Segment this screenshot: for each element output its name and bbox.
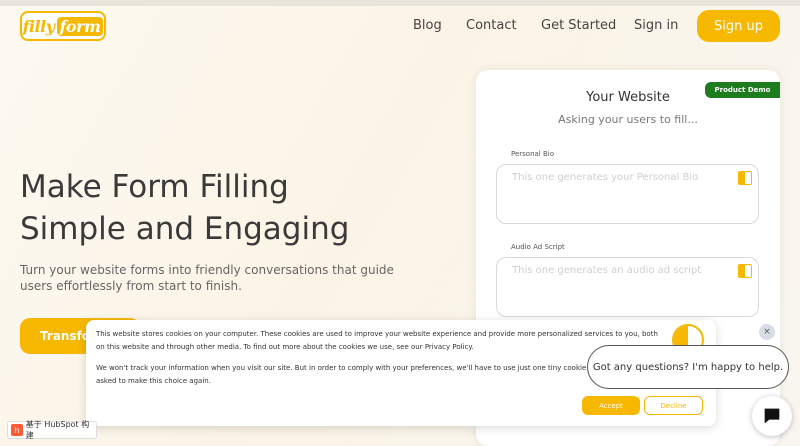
logo-text-right: form: [56, 16, 104, 36]
top-bar: [0, 0, 800, 6]
close-icon[interactable]: ×: [759, 324, 775, 340]
demo-subtitle: Asking your users to fill...: [558, 113, 698, 126]
personal-bio-placeholder: This one generates your Personal Bio: [512, 172, 699, 183]
hero-subtitle: Turn your website forms into friendly co…: [20, 263, 394, 293]
logo[interactable]: filly form: [20, 11, 106, 41]
decline-cookies-button[interactable]: Decline: [644, 396, 703, 415]
nav-sign-in[interactable]: Sign in: [634, 18, 678, 33]
cookie-text: This website stores cookies on your comp…: [96, 330, 658, 351]
ai-generate-icon[interactable]: [738, 171, 752, 185]
field-label-audio-ad: Audio Ad Script: [511, 243, 565, 251]
hubspot-badge[interactable]: h 基于 HubSpot 构建: [7, 420, 97, 440]
signup-button[interactable]: Sign up: [697, 10, 780, 42]
hubspot-badge-label: 基于 HubSpot 构建: [25, 420, 90, 440]
hubspot-logo-icon: h: [11, 424, 23, 436]
audio-ad-placeholder: This one generates an audio ad script: [512, 265, 702, 276]
hero-title: Make Form Filling Simple and Engaging: [20, 166, 440, 250]
chat-launcher-button[interactable]: [752, 396, 792, 436]
hero-title-line2: Simple and Engaging: [20, 211, 350, 247]
ai-generate-icon[interactable]: [738, 264, 752, 278]
logo-text-left: filly: [22, 16, 55, 36]
nav-blog[interactable]: Blog: [413, 18, 442, 33]
audio-ad-script-field[interactable]: This one generates an audio ad script: [496, 257, 759, 317]
personal-bio-field[interactable]: This one generates your Personal Bio: [496, 164, 759, 224]
hero-title-line1: Make Form Filling: [20, 169, 289, 205]
page: filly form Blog Contact Get Started Sign…: [0, 0, 800, 446]
nav-contact[interactable]: Contact: [466, 18, 517, 33]
chat-icon: [764, 408, 780, 424]
nav-get-started[interactable]: Get Started: [541, 18, 616, 33]
cookie-text-secondary: We won't track your information when you…: [96, 364, 651, 385]
demo-title: Your Website: [586, 90, 670, 105]
field-label-personal-bio: Personal Bio: [511, 150, 555, 158]
chat-prompt-bubble[interactable]: Got any questions? I'm happy to help.: [587, 345, 789, 389]
accept-cookies-button[interactable]: Accept: [582, 396, 640, 415]
